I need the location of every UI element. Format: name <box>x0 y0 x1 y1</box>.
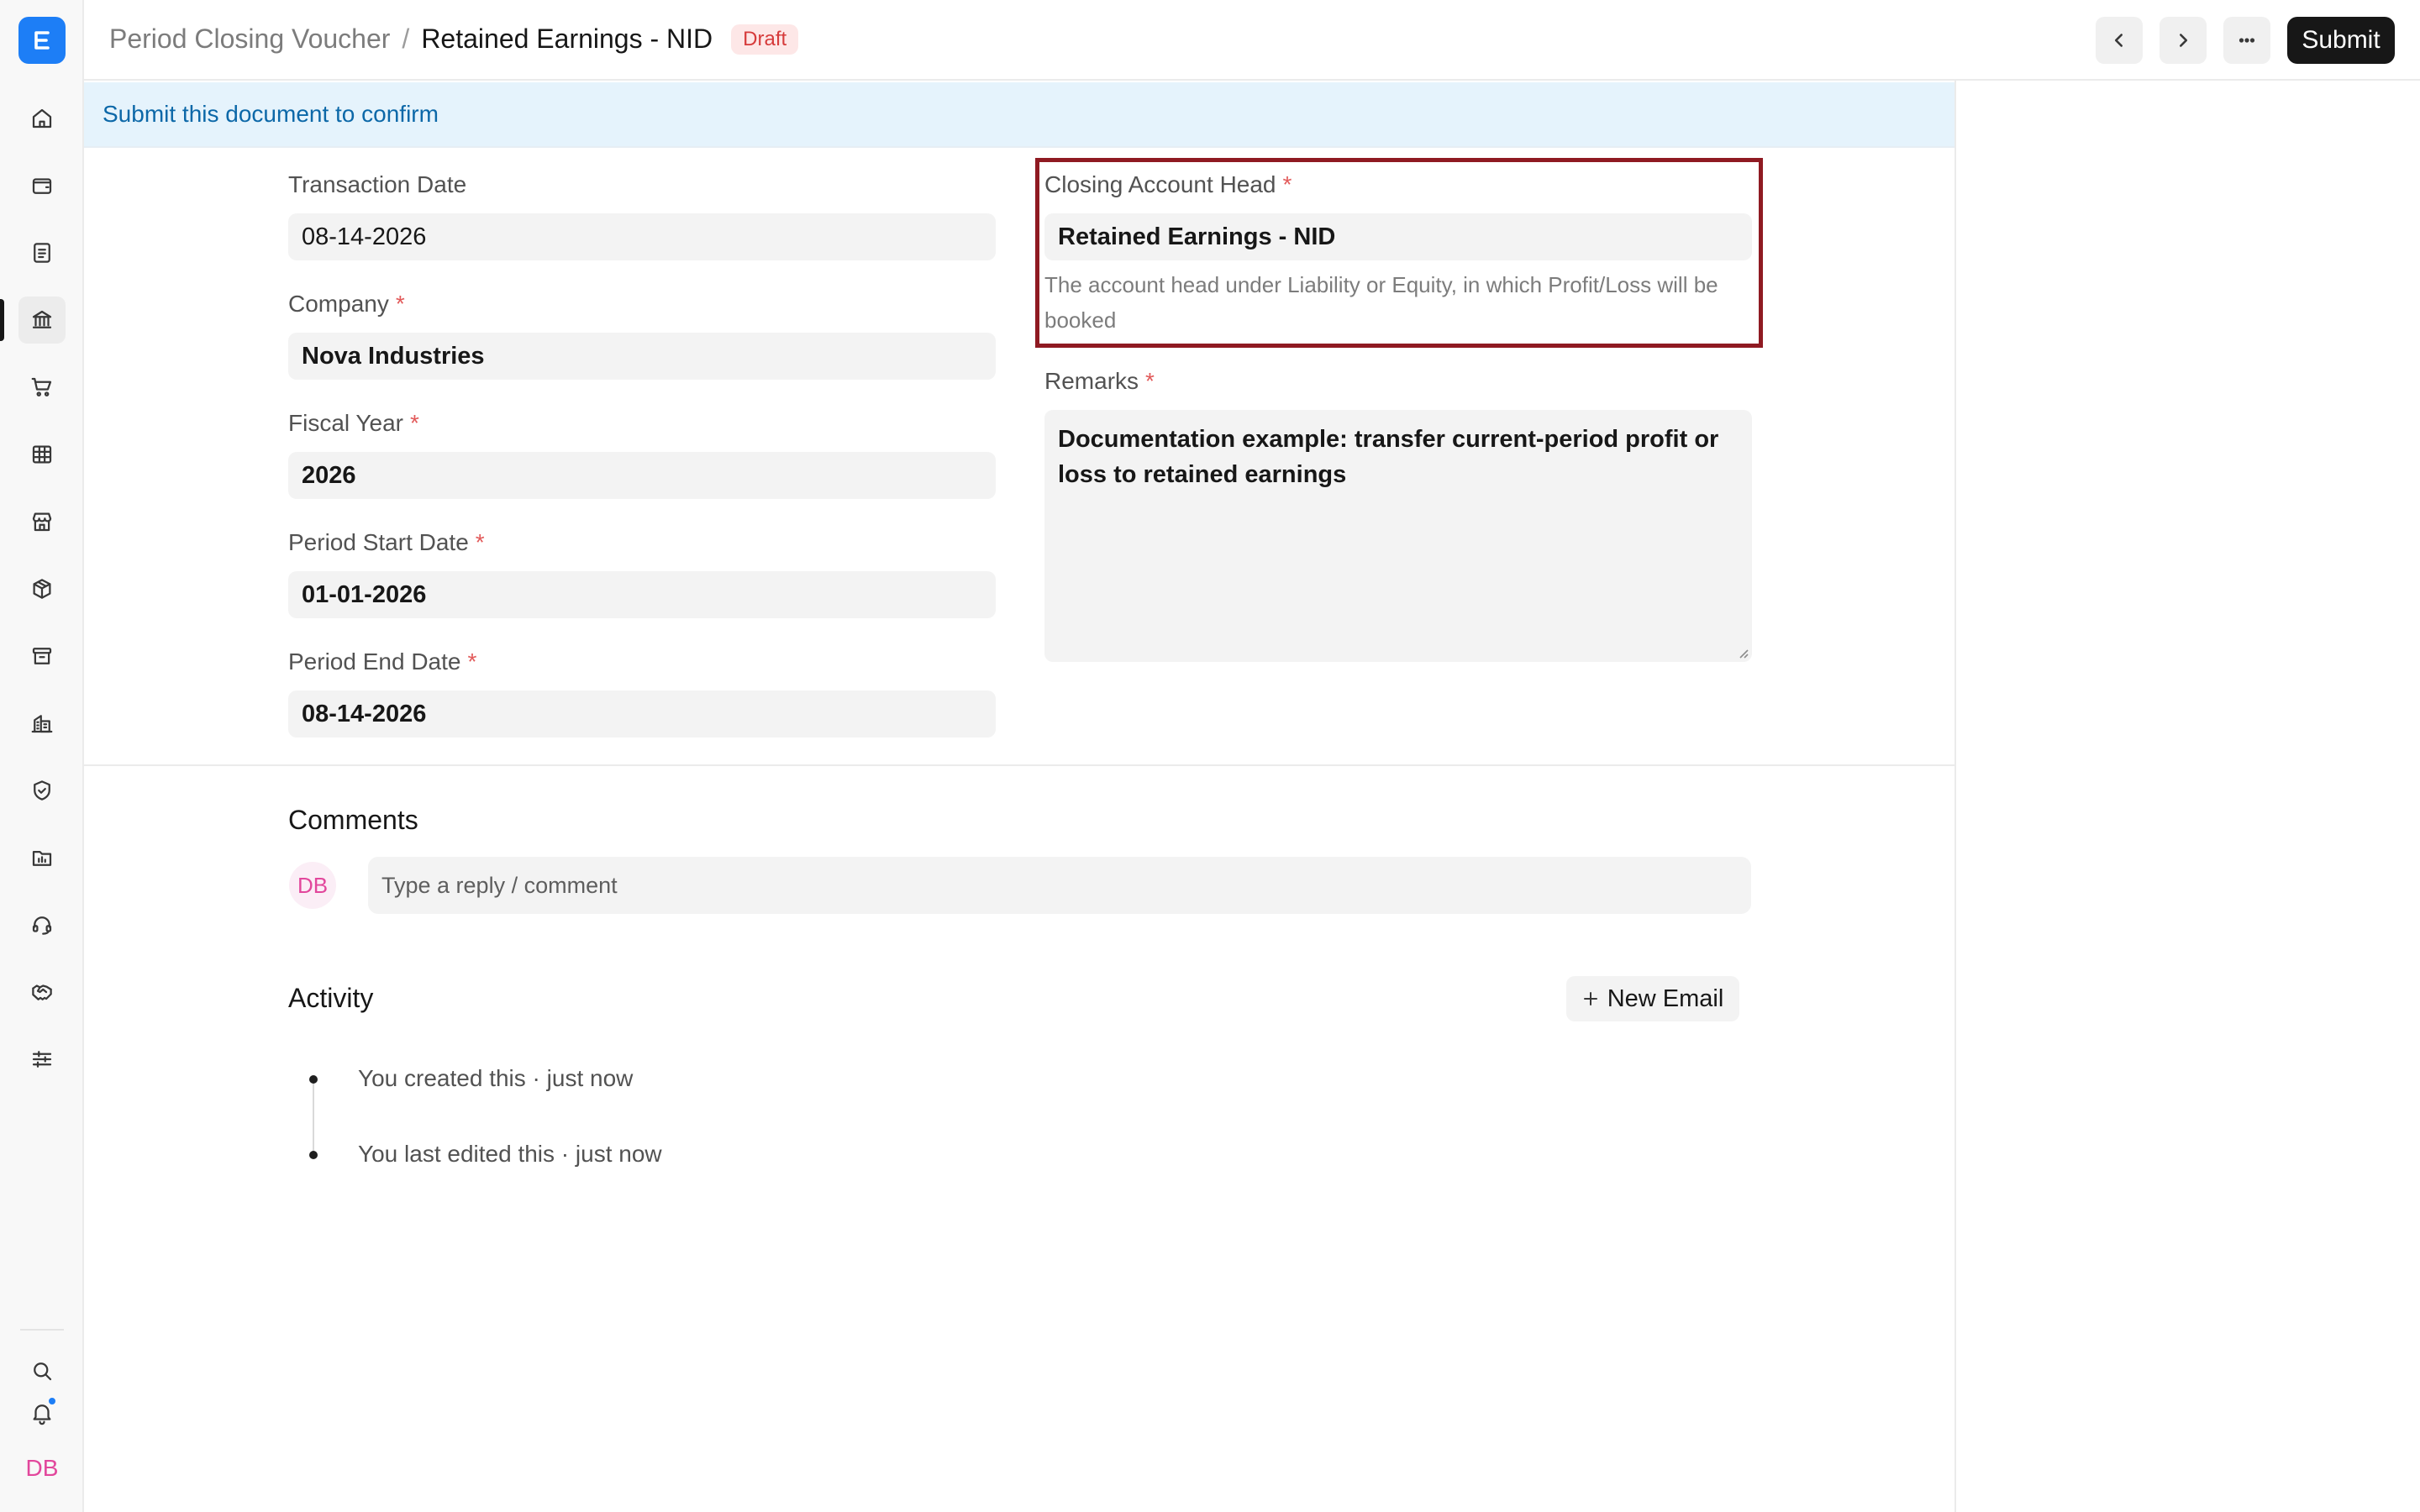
folder-chart-icon[interactable] <box>18 834 66 881</box>
activity-item: You created this · just now <box>358 1065 634 1091</box>
activity-timeline-line <box>313 1080 314 1156</box>
plus-icon <box>1583 992 1597 1005</box>
table-icon[interactable] <box>18 431 66 478</box>
remarks-label: Remarks * <box>1044 368 1155 394</box>
comment-input[interactable]: Type a reply / comment <box>368 857 1751 914</box>
period-end-date-label: Period End Date * <box>288 648 477 675</box>
headset-icon[interactable] <box>18 901 66 948</box>
remarks-text: Documentation example: transfer current-… <box>1058 426 1719 488</box>
company-label: Company * <box>288 291 405 317</box>
bell-icon[interactable] <box>18 1389 66 1436</box>
breadcrumb-parent-link[interactable]: Period Closing Voucher <box>109 24 390 55</box>
transaction-date-label: Transaction Date <box>288 171 467 197</box>
document-icon[interactable] <box>18 229 66 276</box>
status-badge: Draft <box>731 24 799 55</box>
comments-heading: Comments <box>288 805 418 835</box>
remarks-textarea[interactable]: Documentation example: transfer current-… <box>1044 410 1752 662</box>
sidebar-active-indicator <box>0 299 4 341</box>
package-icon[interactable] <box>18 565 66 612</box>
comment-avatar: DB <box>289 862 336 909</box>
activity-heading: Activity <box>288 983 374 1013</box>
section-divider <box>84 764 1954 766</box>
fiscal-year-input[interactable]: 2026 <box>288 452 996 499</box>
resize-handle-icon[interactable] <box>1735 645 1749 659</box>
new-email-button[interactable]: New Email <box>1566 976 1739 1021</box>
ellipsis-icon <box>2238 38 2255 43</box>
page-title: Retained Earnings - NID <box>421 24 713 54</box>
closing-account-head-label: Closing Account Head * <box>1044 171 1292 197</box>
page-header: Period Closing Voucher / Retained Earnin… <box>84 0 2420 81</box>
shield-icon[interactable] <box>18 767 66 814</box>
search-icon[interactable] <box>18 1347 66 1394</box>
submit-notice-banner: Submit this document to confirm <box>84 82 1954 148</box>
activity-item: You last edited this · just now <box>358 1141 662 1167</box>
breadcrumb: Period Closing Voucher / Retained Earnin… <box>109 24 799 55</box>
sliders-icon[interactable] <box>18 1036 66 1083</box>
submit-button[interactable]: Submit <box>2287 17 2395 64</box>
archive-icon[interactable] <box>18 633 66 680</box>
company-input[interactable]: Nova Industries <box>288 333 996 380</box>
activity-dot <box>309 1075 318 1084</box>
period-start-date-input[interactable]: 01-01-2026 <box>288 571 996 618</box>
transaction-date-input[interactable]: 08-14-2026 <box>288 213 996 260</box>
user-avatar[interactable]: DB <box>18 1445 66 1492</box>
more-actions-button[interactable] <box>2223 17 2270 64</box>
sidebar: DB <box>0 0 84 1512</box>
closing-account-head-input[interactable]: Retained Earnings - NID <box>1044 213 1752 260</box>
period-start-date-label: Period Start Date * <box>288 529 485 555</box>
closing-account-head-help-text: The account head under Liability or Equi… <box>1044 272 1718 333</box>
home-icon[interactable] <box>18 95 66 142</box>
notification-dot <box>47 1396 57 1406</box>
sidebar-divider <box>20 1329 64 1331</box>
activity-dot <box>309 1151 318 1159</box>
period-end-date-input[interactable]: 08-14-2026 <box>288 690 996 738</box>
buildings-icon[interactable] <box>18 700 66 747</box>
breadcrumb-separator: / <box>402 24 410 54</box>
wallet-icon[interactable] <box>18 162 66 209</box>
app-logo-icon[interactable] <box>18 17 66 64</box>
chevron-right-icon <box>2179 34 2188 47</box>
next-document-button[interactable] <box>2160 17 2207 64</box>
sidebar-panel-divider <box>1954 81 1956 1512</box>
cart-icon[interactable] <box>18 364 66 411</box>
store-icon[interactable] <box>18 498 66 545</box>
handshake-icon[interactable] <box>18 969 66 1016</box>
chevron-left-icon <box>2114 34 2123 47</box>
fiscal-year-label: Fiscal Year * <box>288 410 419 436</box>
new-email-label: New Email <box>1607 984 1724 1012</box>
bank-icon[interactable] <box>18 297 66 344</box>
previous-document-button[interactable] <box>2096 17 2143 64</box>
